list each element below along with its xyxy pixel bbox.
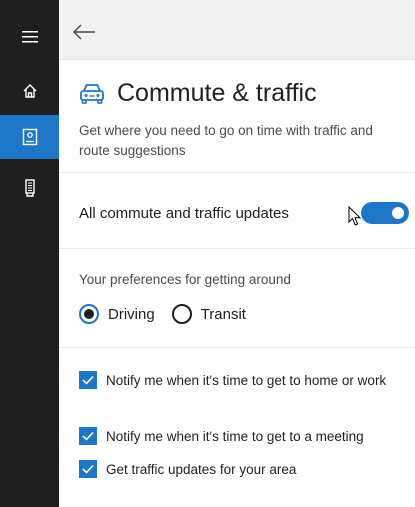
checkmark-icon [82,464,94,474]
top-bar [59,0,415,60]
traffic-updates-label: Get traffic updates for your area [106,462,297,477]
divider [59,248,415,249]
driving-radio[interactable] [79,304,99,324]
notify-home-work-label: Notify me when it's time to get to home … [106,373,387,388]
back-button[interactable] [72,22,98,42]
notify-meeting-item: Notify me when it's time to get to a mee… [79,427,399,447]
hamburger-menu-button[interactable] [0,15,59,59]
feedback-icon [24,179,35,197]
commute-updates-toggle[interactable] [361,202,409,224]
commute-settings-panel: Commute & traffic Get where you need to … [59,61,415,507]
radio-selected-dot [84,309,94,319]
notify-meeting-checkbox[interactable] [79,427,97,445]
back-arrow-icon [73,24,95,40]
car-icon [80,84,104,104]
mouse-cursor-icon [348,206,362,226]
notify-meeting-label: Notify me when it's time to get to a mee… [106,429,364,444]
hamburger-menu-icon [21,31,38,43]
home-button[interactable] [0,69,59,113]
home-icon [23,84,36,98]
transit-radio[interactable] [171,304,192,324]
feedback-button[interactable] [0,166,59,210]
notebook-button[interactable] [0,115,59,159]
page-header: Commute & traffic [79,75,317,111]
page-description: Get where you need to go on time with tr… [79,123,373,158]
transport-mode-group: Driving Transit [79,301,263,327]
page-title: Commute & traffic [117,78,317,107]
divider [59,172,415,173]
toggle-knob [392,207,404,219]
commute-updates-label: All commute and traffic updates [79,204,289,222]
notebook-icon [22,128,37,146]
checkmark-icon [82,431,94,441]
preferences-heading: Your preferences for getting around [79,272,291,287]
notify-home-work-checkbox[interactable] [79,371,97,389]
traffic-updates-checkbox[interactable] [79,460,97,478]
checkmark-icon [82,375,94,385]
driving-label: Driving [108,305,155,323]
notify-home-work-item: Notify me when it's time to get to home … [79,371,399,391]
transit-label: Transit [200,305,246,323]
navigation-rail [0,0,59,507]
divider [59,347,415,348]
traffic-updates-item: Get traffic updates for your area [79,460,399,480]
